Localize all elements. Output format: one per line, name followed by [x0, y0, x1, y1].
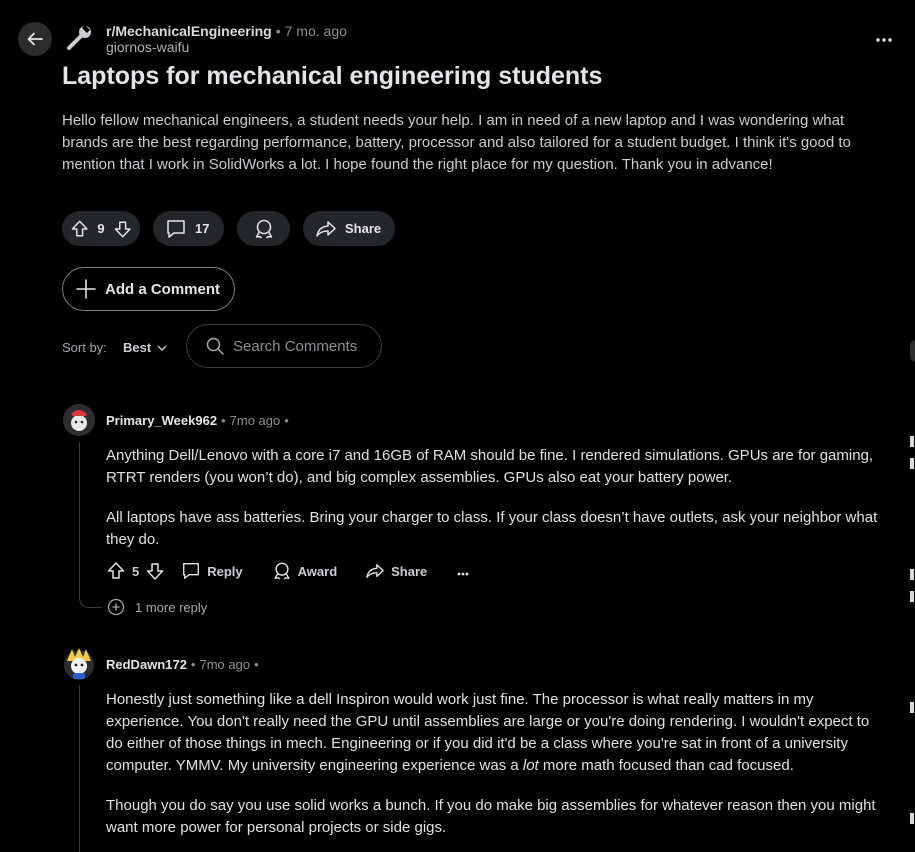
- subreddit-wrench-icon[interactable]: [63, 22, 95, 54]
- sidebar-edge-fragment: [910, 813, 914, 824]
- comment-icon: [167, 219, 185, 238]
- comment-time: 7mo ago: [229, 413, 281, 428]
- upvote-icon[interactable]: [70, 219, 89, 239]
- post-vote-count: 9: [97, 221, 105, 236]
- award-icon: [274, 562, 290, 580]
- sidebar-edge-button[interactable]: [910, 340, 915, 362]
- more-horizontal-icon: [457, 572, 469, 575]
- sort-dropdown[interactable]: Best: [123, 340, 167, 355]
- share-label: Share: [345, 221, 382, 236]
- subreddit-link[interactable]: r/MechanicalEngineering: [106, 23, 272, 39]
- downvote-icon[interactable]: [145, 561, 165, 581]
- more-replies-label: 1 more reply: [135, 599, 208, 615]
- sidebar-edge-fragment: [910, 591, 914, 602]
- award-button[interactable]: Award: [272, 561, 338, 581]
- comment-actions: 5 Reply Award Share: [106, 561, 469, 581]
- thread-line[interactable]: [79, 685, 80, 852]
- reply-button[interactable]: Reply: [181, 561, 243, 581]
- add-comment-label: Add a Comment: [105, 280, 221, 298]
- comment-text: more math focused than cad focused.: [538, 757, 794, 774]
- share-icon: [316, 220, 336, 237]
- award-icon: [255, 219, 272, 239]
- separator-dot: •: [275, 23, 281, 39]
- comment-icon: [183, 563, 200, 579]
- sort-label: Sort by:: [62, 340, 107, 355]
- avatar[interactable]: [63, 647, 95, 680]
- arrow-left-icon: [27, 32, 43, 46]
- post-body: Hello fellow mechanical engineers, a stu…: [62, 112, 851, 173]
- sidebar-edge-fragment: [910, 569, 914, 580]
- separator-dot: •: [221, 413, 226, 428]
- separator-dot: •: [254, 657, 259, 672]
- sidebar-edge-fragment: [910, 436, 914, 447]
- post-more-options[interactable]: [874, 30, 894, 50]
- comment-header: RedDawn172 • 7mo ago •: [106, 656, 263, 674]
- comment-username[interactable]: RedDawn172: [106, 657, 187, 672]
- plus-circle-icon: [107, 598, 125, 616]
- search-icon: [206, 337, 224, 355]
- comment-paragraph: Honestly just something like a dell Insp…: [106, 689, 886, 777]
- search-placeholder: Search Comments: [233, 337, 358, 355]
- reply-label: Reply: [207, 563, 243, 579]
- post-title: Laptops for mechanical engineering stude…: [62, 62, 603, 90]
- share-label: Share: [391, 563, 428, 579]
- upvote-icon[interactable]: [106, 561, 126, 581]
- more-horizontal-icon: [876, 38, 892, 42]
- post-meta: r/MechanicalEngineering • 7 mo. ago: [106, 22, 347, 40]
- award-label: Award: [297, 563, 338, 579]
- comment-paragraph: Anything Dell/Lenovo with a core i7 and …: [106, 447, 874, 486]
- share-button[interactable]: Share: [365, 562, 427, 580]
- more-replies-link[interactable]: 1 more reply: [107, 598, 207, 616]
- sidebar-edge-fragment: [910, 702, 914, 713]
- comment-text-italic: lot: [522, 757, 539, 774]
- thread-line[interactable]: [79, 442, 80, 592]
- more-options-button[interactable]: [457, 564, 469, 579]
- award-button[interactable]: [237, 211, 290, 246]
- comment-time: 7mo ago: [199, 657, 251, 672]
- avatar[interactable]: [63, 404, 95, 436]
- search-comments-input[interactable]: Search Comments: [186, 324, 382, 368]
- post-time: 7 mo. ago: [284, 23, 347, 39]
- share-button[interactable]: Share: [303, 211, 395, 246]
- comment-header: Primary_Week962 • 7mo ago •: [106, 412, 293, 430]
- comments-button[interactable]: 17: [153, 211, 224, 246]
- comments-count: 17: [195, 221, 210, 236]
- sidebar-edge-fragment: [910, 458, 914, 469]
- add-comment-button[interactable]: Add a Comment: [62, 267, 235, 311]
- downvote-icon[interactable]: [113, 219, 132, 239]
- post-vote-bar: 9: [62, 211, 140, 246]
- back-button[interactable]: [18, 22, 52, 56]
- sort-value: Best: [123, 340, 152, 355]
- chevron-down-icon: [157, 345, 167, 351]
- comment-paragraph: Though you do say you use solid works a …: [106, 797, 876, 836]
- share-icon: [366, 564, 384, 578]
- plus-icon: [76, 279, 96, 299]
- separator-dot: •: [284, 413, 289, 428]
- thread-branch: [79, 591, 102, 608]
- post-author[interactable]: giornos-waifu: [106, 39, 189, 55]
- comment-vote-count: 5: [132, 563, 140, 579]
- comment-paragraph: All laptops have ass batteries. Bring yo…: [106, 509, 878, 548]
- separator-dot: •: [190, 657, 196, 672]
- comment-username[interactable]: Primary_Week962: [106, 413, 217, 428]
